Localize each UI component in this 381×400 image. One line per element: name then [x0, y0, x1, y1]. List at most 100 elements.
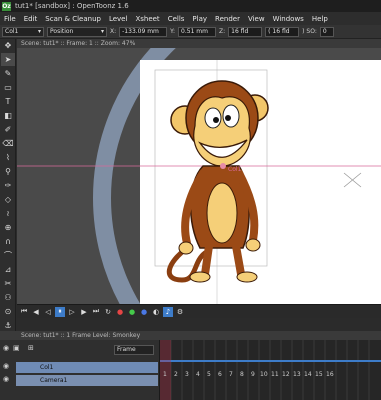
red-channel-icon[interactable]: ●	[115, 307, 125, 317]
brush-icon[interactable]: ✎	[1, 67, 15, 80]
preview-toggle-icon[interactable]: ◉	[3, 362, 9, 370]
frame-number: 10	[260, 371, 268, 378]
z-field[interactable]: 16 fld	[228, 26, 263, 37]
menu-edit[interactable]: Edit	[20, 15, 42, 23]
first-frame-icon[interactable]: ⏮	[19, 307, 29, 317]
column-name: Col1	[40, 364, 54, 371]
cutter-icon[interactable]: ✂	[1, 277, 15, 290]
xsheet-column-header-area: ◉ ▣ ⊞ Frame Col1 Camera1 ◉ ◉	[0, 340, 160, 400]
menu-play[interactable]: Play	[188, 15, 211, 23]
level-marker-label: Col1	[228, 166, 242, 173]
z-fld-field[interactable]: ( 16 fld	[265, 26, 300, 37]
frame-number: 16	[326, 371, 334, 378]
eraser-icon[interactable]: ⌫	[1, 137, 15, 150]
lock-icon[interactable]: ▣	[13, 344, 20, 352]
animate-icon[interactable]: ✥	[1, 39, 15, 52]
rgb-picker-icon[interactable]: ✑	[1, 179, 15, 192]
fps-icon[interactable]: ⚙	[175, 307, 185, 317]
next-key-icon[interactable]: ▷	[67, 307, 77, 317]
frame-number: 8	[240, 371, 244, 378]
chevron-down-icon: ▾	[100, 27, 104, 35]
column-header-camera1[interactable]: Camera1	[16, 375, 158, 386]
z-label: Z:	[219, 28, 226, 35]
frame-number: 14	[304, 371, 312, 378]
selection-icon[interactable]: ➤	[1, 53, 15, 66]
frame-number: 9	[251, 371, 255, 378]
column-header-col1[interactable]: Col1	[16, 362, 158, 373]
magnet-icon[interactable]: ∩	[1, 235, 15, 248]
viewer-header: Scene: tut1* :: Frame: 1 :: Zoom: 47%	[17, 39, 381, 48]
blue-channel-icon[interactable]: ●	[139, 307, 149, 317]
eye-icon[interactable]: ◉	[3, 344, 9, 352]
column-dropdown[interactable]: Col1 ▾	[2, 26, 44, 37]
menu-level[interactable]: Level	[105, 15, 131, 23]
menu-xsheet[interactable]: Xsheet	[131, 15, 163, 23]
xsheet-panel: ◉ ▣ ⊞ Frame Col1 Camera1 ◉ ◉ 1 2 3 4 5 6…	[0, 340, 381, 400]
green-channel-icon[interactable]: ●	[127, 307, 137, 317]
frame-number: 2	[174, 371, 178, 378]
fill-icon[interactable]: ◧	[1, 109, 15, 122]
frame-number: 11	[271, 371, 279, 378]
geometric-icon[interactable]: ▭	[1, 81, 15, 94]
frame-number: 5	[207, 371, 211, 378]
next-frame-icon[interactable]: ▶	[79, 307, 89, 317]
playback-bar: ⏮ ◀ ◁ ⏸ ▷ ▶ ⏭ ↻ ● ● ● ◐ ♪ ⚙	[17, 304, 381, 318]
control-point-icon[interactable]: ◇	[1, 193, 15, 206]
pinch-icon[interactable]: ≀	[1, 207, 15, 220]
title-bar: Oz tut1* [sandbox] : OpenToonz 1.6	[0, 0, 381, 12]
tool-options-bar: Col1 ▾ Position ▾ X: -133.09 mm Y: 0.51 …	[0, 25, 381, 39]
window-title: tut1* [sandbox] : OpenToonz 1.6	[15, 2, 129, 10]
alpha-channel-icon[interactable]: ◐	[151, 307, 161, 317]
menu-file[interactable]: File	[0, 15, 20, 23]
menu-help[interactable]: Help	[308, 15, 332, 23]
frame-number: 12	[282, 371, 290, 378]
x-field[interactable]: -133.09 mm	[119, 26, 168, 37]
menu-scan-cleanup[interactable]: Scan & Cleanup	[41, 15, 105, 23]
frame-number: 4	[196, 371, 200, 378]
menu-cells[interactable]: Cells	[164, 15, 189, 23]
new-column-icon[interactable]: ⊞	[28, 344, 34, 352]
viewer-canvas: Col1	[17, 48, 381, 304]
type-icon[interactable]: T	[1, 95, 15, 108]
pump-icon[interactable]: ⊕	[1, 221, 15, 234]
column-dropdown-value: Col1	[5, 27, 19, 35]
frame-grid-lines	[160, 340, 381, 400]
tracker-icon[interactable]: ⊙	[1, 305, 15, 318]
last-frame-icon[interactable]: ⏭	[91, 307, 101, 317]
frame-number: 1	[163, 371, 167, 378]
scene-viewer[interactable]: Col1	[17, 48, 381, 304]
frame-number: 13	[293, 371, 301, 378]
app-icon: Oz	[2, 1, 11, 11]
so-field[interactable]: 0	[319, 26, 334, 37]
frame-number: 15	[315, 371, 323, 378]
frame-number: 6	[218, 371, 222, 378]
loop-icon[interactable]: ↻	[103, 307, 113, 317]
iron-icon[interactable]: ⊿	[1, 263, 15, 276]
chevron-down-icon: ▾	[37, 27, 41, 35]
menu-render[interactable]: Render	[211, 15, 244, 23]
y-field[interactable]: 0.51 mm	[178, 26, 217, 37]
tools-toolbar: ✥ ➤ ✎ ▭ T ◧ ✐ ⌫ ⌇ ⚲ ✑ ◇ ≀ ⊕ ∩ ⌒ ⊿ ✂ ⚇ ⊙ …	[0, 39, 16, 344]
menu-windows[interactable]: Windows	[269, 15, 308, 23]
position-marker[interactable]	[220, 163, 226, 169]
paint-brush-icon[interactable]: ✐	[1, 123, 15, 136]
xsheet-header: Scene: tut1* :: 1 Frame Level: Smonkey	[0, 331, 381, 340]
mode-dropdown[interactable]: Position ▾	[47, 26, 107, 37]
tape-icon[interactable]: ⌇	[1, 151, 15, 164]
skeleton-icon[interactable]: ⚇	[1, 291, 15, 304]
bender-icon[interactable]: ⌒	[1, 249, 15, 262]
prev-frame-icon[interactable]: ◀	[31, 307, 41, 317]
frame-number: 7	[229, 371, 233, 378]
prev-key-icon[interactable]: ◁	[43, 307, 53, 317]
sound-icon[interactable]: ♪	[163, 306, 173, 317]
camstand-toggle-icon[interactable]: ◉	[3, 375, 9, 383]
pause-icon[interactable]: ⏸	[55, 306, 65, 317]
frame-number: 3	[185, 371, 189, 378]
x-label: X:	[110, 28, 117, 35]
frame-grid[interactable]: 1 2 3 4 5 6 7 8 9 10 11 12 13 14 15 16	[160, 340, 381, 400]
style-picker-icon[interactable]: ⚲	[1, 165, 15, 178]
so-label: ) SO:	[302, 28, 317, 35]
mode-dropdown-value: Position	[50, 27, 74, 35]
frame-dropdown[interactable]: Frame	[114, 345, 154, 355]
menu-view[interactable]: View	[244, 15, 269, 23]
